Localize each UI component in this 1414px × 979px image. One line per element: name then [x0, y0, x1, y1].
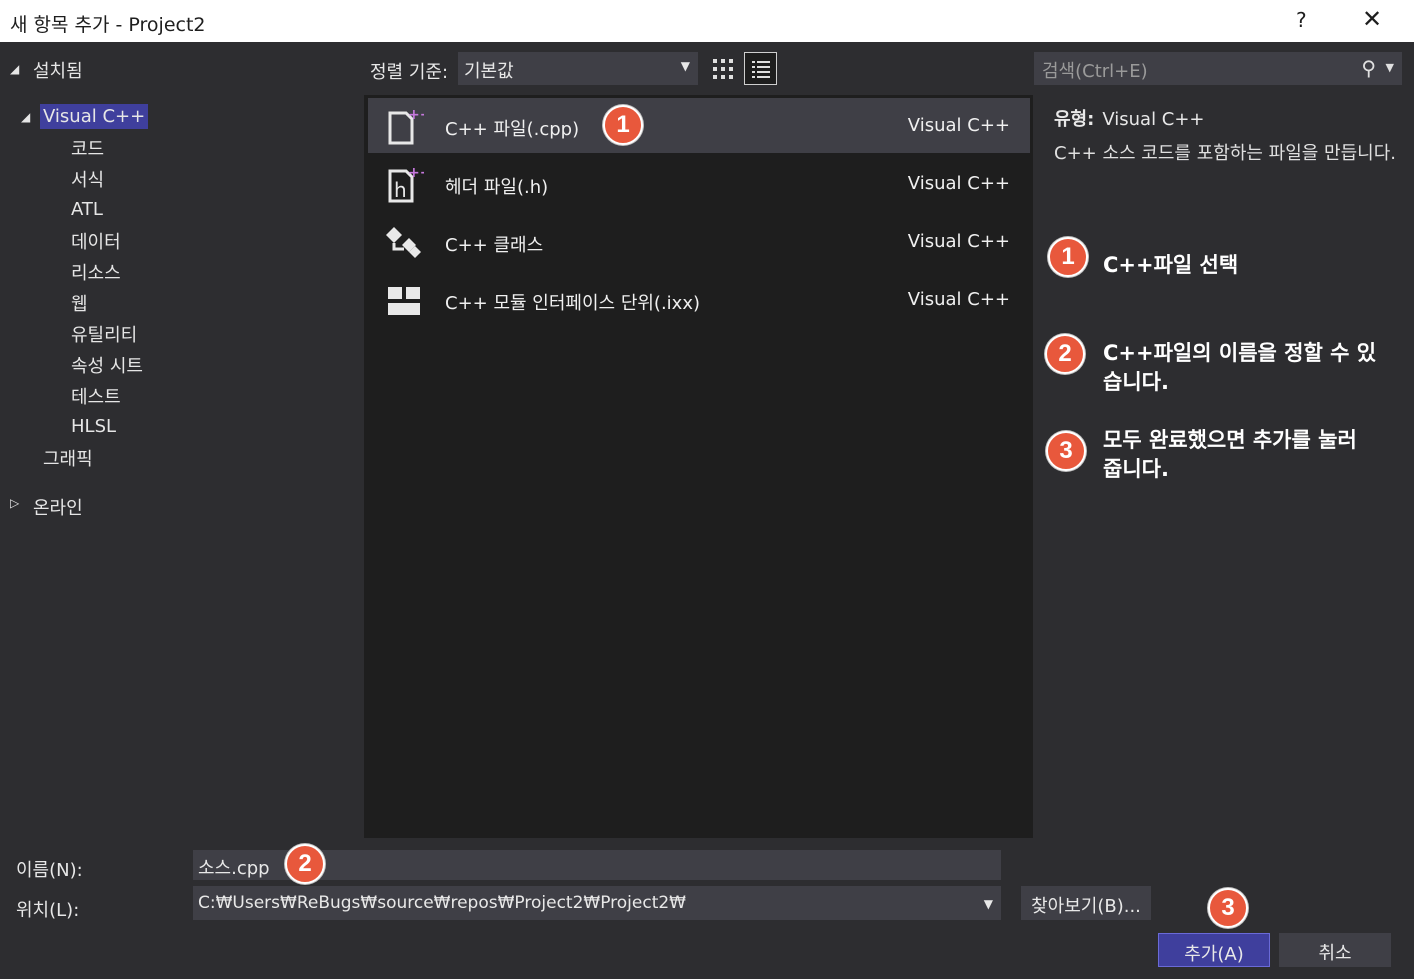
name-value: 소스.cpp: [198, 858, 270, 879]
tree-node-code[interactable]: 코드: [71, 135, 104, 161]
annotation-note-1: C++파일 선택: [1103, 253, 1239, 277]
search-input[interactable]: 검색(Ctrl+E) ⚲ ▼: [1034, 52, 1402, 85]
class-icon: [386, 227, 421, 258]
help-button[interactable]: ?: [1296, 8, 1307, 32]
tree-node-online[interactable]: 온라인: [33, 494, 83, 520]
svg-text:++: ++: [408, 107, 424, 123]
tree-node-property-sheet[interactable]: 속성 시트: [71, 352, 143, 378]
location-field[interactable]: C:₩Users₩ReBugs₩source₩repos₩Project2₩Pr…: [193, 886, 1001, 920]
tree-node-format[interactable]: 서식: [71, 166, 104, 192]
type-value: Visual C++: [1102, 109, 1205, 130]
template-type: Visual C++: [907, 173, 1010, 194]
template-type: Visual C++: [907, 231, 1010, 252]
annotation-badge-3-legend: 3: [1046, 431, 1086, 471]
search-options-icon[interactable]: ▼: [1386, 61, 1394, 74]
tree-node-resources[interactable]: 리소스: [71, 259, 121, 285]
tree-node-visual-cpp[interactable]: Visual C++: [40, 104, 149, 129]
location-label: 위치(L):: [16, 900, 80, 921]
svg-text:h: h: [394, 178, 407, 202]
template-name: C++ 모듈 인터페이스 단위(.ixx): [445, 293, 701, 314]
module-icon: [388, 287, 420, 315]
annotation-note-2: C++파일의 이름을 정할 수 있습니다.: [1103, 341, 1377, 394]
template-name: C++ 파일(.cpp): [445, 119, 580, 140]
template-list: ++ C++ 파일(.cpp) Visual C++ h ++ 헤더 파일(.h…: [364, 95, 1033, 838]
template-row-cpp-file[interactable]: ++ C++ 파일(.cpp) Visual C++: [368, 98, 1030, 153]
tree-node-data[interactable]: 데이터: [71, 228, 121, 254]
annotation-badge-3: 3: [1208, 888, 1248, 928]
svg-text:++: ++: [408, 165, 424, 181]
sort-value: 기본값: [464, 61, 514, 82]
tree-node-hlsl[interactable]: HLSL: [71, 416, 116, 437]
tree-node-test[interactable]: 테스트: [71, 383, 121, 409]
type-info: 유형: Visual C++: [1054, 105, 1205, 131]
annotation-badge-2: 2: [285, 844, 325, 884]
tree-node-utility[interactable]: 유틸리티: [71, 321, 137, 347]
sort-label: 정렬 기준:: [370, 62, 449, 83]
annotation-badge-1: 1: [603, 105, 643, 145]
name-label: 이름(N):: [16, 860, 83, 881]
annotation-note-3: 모두 완료했으면 추가를 눌러줍니다.: [1103, 428, 1357, 481]
list-view-icon: [751, 60, 770, 78]
add-button[interactable]: 추가(A): [1158, 933, 1270, 967]
template-row-header-file[interactable]: h ++ 헤더 파일(.h) Visual C++: [368, 156, 1030, 211]
search-icon[interactable]: ⚲: [1361, 56, 1376, 80]
annotation-badge-1-legend: 1: [1048, 237, 1088, 277]
template-description: C++ 소스 코드를 포함하는 파일을 만듭니다.: [1054, 143, 1397, 164]
title-bar: 새 항목 추가 - Project2 ? ✕: [0, 0, 1414, 42]
browse-button[interactable]: 찾아보기(B)...: [1021, 886, 1151, 920]
location-value: C:₩Users₩ReBugs₩source₩repos₩Project2₩Pr…: [198, 893, 686, 913]
type-label: 유형:: [1054, 109, 1095, 130]
header-file-icon: h ++: [388, 165, 424, 203]
template-type: Visual C++: [907, 115, 1010, 136]
template-name: C++ 클래스: [445, 235, 544, 256]
expand-installed-icon[interactable]: ◢: [10, 62, 19, 76]
cpp-file-icon: ++: [388, 107, 424, 145]
category-tree: ◢ 설치됨 ◢ Visual C++ 코드 서식 ATL 데이터 리소스 웹 유…: [0, 42, 364, 842]
tree-node-atl[interactable]: ATL: [71, 199, 103, 220]
annotation-badge-2-legend: 2: [1045, 334, 1085, 374]
template-row-cpp-class[interactable]: C++ 클래스 Visual C++: [368, 214, 1030, 269]
template-row-module-interface[interactable]: C++ 모듈 인터페이스 단위(.ixx) Visual C++: [368, 272, 1030, 327]
chevron-down-icon[interactable]: ▼: [984, 897, 993, 911]
tree-node-web[interactable]: 웹: [71, 290, 88, 316]
template-type: Visual C++: [907, 289, 1010, 310]
cancel-button[interactable]: 취소: [1279, 933, 1391, 967]
template-name: 헤더 파일(.h): [445, 177, 549, 198]
chevron-down-icon: ▼: [680, 59, 690, 73]
window-title: 새 항목 추가 - Project2: [10, 14, 206, 36]
grid-view-icon: [712, 58, 733, 79]
grid-view-button[interactable]: [706, 52, 739, 85]
expand-visual-cpp-icon[interactable]: ◢: [21, 110, 30, 124]
tree-node-installed[interactable]: 설치됨: [33, 57, 83, 83]
tree-node-graphics[interactable]: 그래픽: [43, 445, 93, 471]
search-placeholder: 검색(Ctrl+E): [1042, 61, 1148, 82]
sort-dropdown[interactable]: 기본값 ▼: [458, 52, 698, 85]
expand-online-icon[interactable]: ▷: [10, 496, 19, 510]
list-view-button[interactable]: [744, 52, 777, 85]
close-button[interactable]: ✕: [1362, 5, 1382, 33]
